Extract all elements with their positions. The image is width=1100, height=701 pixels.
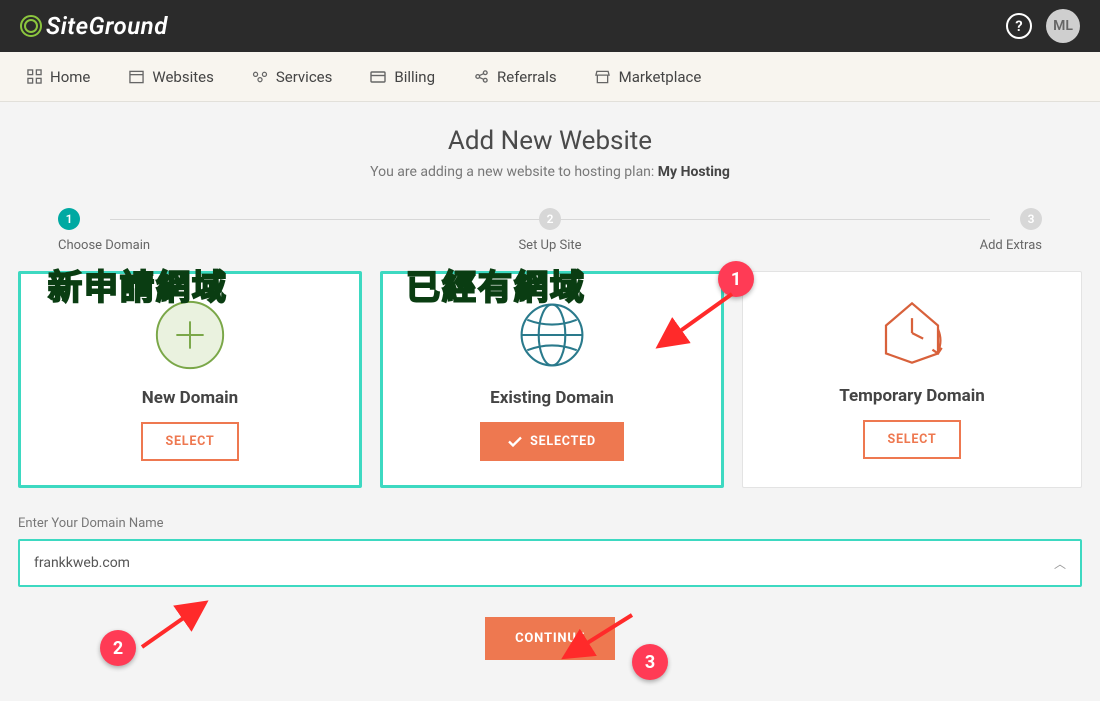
annotation-new-domain-text: 新申請網域 [48,260,228,309]
nav-label: Billing [394,68,435,86]
annotation-badge-2: 2 [100,630,136,666]
card-icon [370,69,386,85]
window-icon [128,69,144,85]
page-subtitle: You are adding a new website to hosting … [18,164,1082,180]
domain-field-label: Enter Your Domain Name [18,516,1082,531]
step-set-up-site: 2 Set Up Site [386,208,714,253]
store-icon [595,69,611,85]
step-add-extras: 3 Add Extras [714,208,1042,253]
share-icon [473,69,489,85]
nav-label: Marketplace [619,68,702,86]
card-title: Temporary Domain [839,386,985,406]
step-label: Choose Domain [58,238,150,253]
step-number: 2 [539,208,561,230]
card-title: New Domain [142,388,238,408]
step-number: 1 [58,208,80,230]
progress-stepper: 1 Choose Domain 2 Set Up Site 3 Add Extr… [58,208,1042,253]
annotation-badge-3: 3 [632,644,668,680]
select-temporary-domain-button[interactable]: SELECT [863,420,960,459]
nav-label: Home [50,68,90,86]
page-title: Add New Website [18,126,1082,156]
avatar[interactable]: ML [1046,9,1080,43]
nav-billing[interactable]: Billing [370,68,435,86]
help-icon[interactable]: ? [1006,13,1032,39]
nav-home[interactable]: Home [26,68,90,86]
selected-existing-domain-button[interactable]: SELECTED [480,422,624,461]
topbar-right: ? ML [1006,9,1080,43]
nav-services[interactable]: Services [252,68,333,86]
step-label: Add Extras [980,238,1042,253]
nav-label: Services [276,68,333,86]
check-icon [508,436,522,447]
step-number: 3 [1020,208,1042,230]
nav-marketplace[interactable]: Marketplace [595,68,702,86]
services-icon [252,69,268,85]
plan-name: My Hosting [658,164,730,180]
card-temporary-domain[interactable]: Temporary Domain SELECT [742,271,1082,488]
domain-input-box[interactable]: ︿ [18,539,1082,587]
brand-text: SiteGround [46,12,168,40]
annotation-existing-domain-text: 已經有網域 [406,260,586,309]
step-choose-domain: 1 Choose Domain [58,208,386,253]
card-title: Existing Domain [490,388,614,408]
domain-input[interactable] [34,555,1054,571]
brand-logo[interactable]: SiteGround [20,12,168,40]
nav-referrals[interactable]: Referrals [473,68,557,86]
page-content: Add New Website You are adding a new web… [0,102,1100,660]
subtitle-prefix: You are adding a new website to hosting … [370,164,658,180]
grid-icon [26,69,42,85]
logo-swirl-icon [20,15,42,37]
continue-button[interactable]: CONTINUE [485,617,615,660]
step-label: Set Up Site [518,238,581,253]
annotation-badge-1: 1 [718,261,754,297]
chevron-up-icon[interactable]: ︿ [1054,555,1066,572]
nav-label: Websites [152,68,213,86]
clock-arrow-icon [873,294,951,372]
main-nav: Home Websites Services Billing Referrals… [0,52,1100,102]
button-label: SELECTED [530,434,596,449]
top-bar: SiteGround ? ML [0,0,1100,52]
nav-websites[interactable]: Websites [128,68,213,86]
select-new-domain-button[interactable]: SELECT [141,422,238,461]
nav-label: Referrals [497,68,557,86]
